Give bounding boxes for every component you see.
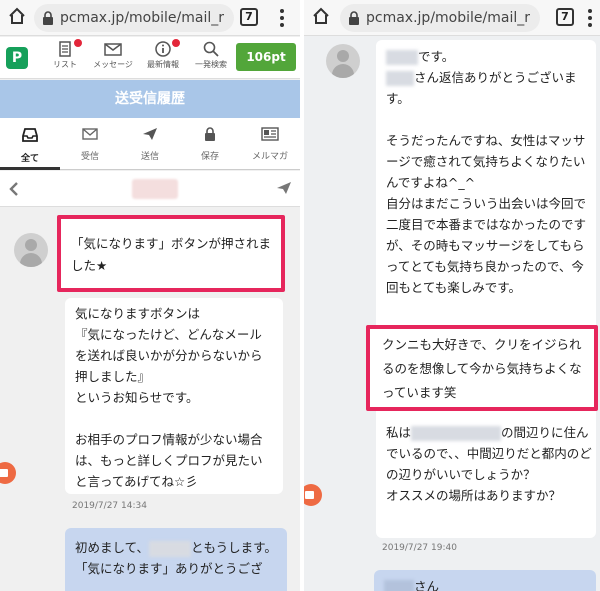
more-menu-icon[interactable] [588,9,592,27]
message-text-part: 初めまして、 [75,540,150,555]
more-menu-icon[interactable] [280,9,284,27]
tab-received[interactable]: 受信 [60,118,120,170]
message-text-part: 私は [386,425,412,440]
nav-item-label: 最新情報 [147,60,179,69]
blurred-location [411,426,502,441]
video-call-icon[interactable] [304,484,322,506]
lock-icon [349,11,359,25]
highlight-box: 「気になります」ボタンが押されました★ [57,215,285,292]
nav-item-label: 一発検索 [195,60,227,69]
tab-switcher-button[interactable]: 7 [240,8,258,26]
conversation-bar [0,171,300,207]
notification-badge [172,39,180,47]
tab-label: 全て [20,154,39,164]
left-screenshot: pcmax.jp/mobile/mail_r 7 P リスト メッセージ 最新情… [0,0,300,591]
message-text: 「気になります」ありがとうござ [75,561,263,576]
address-field[interactable]: pcmax.jp/mobile/mail_r [34,4,234,32]
home-icon[interactable] [312,7,330,25]
browser-url-bar: pcmax.jp/mobile/mail_r 7 [304,0,600,36]
browser-url-bar: pcmax.jp/mobile/mail_r 7 [0,0,300,36]
message-text-part: です。 [418,49,455,64]
url-text: pcmax.jp/mobile/mail_r [366,10,530,26]
message-text: 私は の間辺りに住んでいるので、、中間辺りだと都内のどの辺りがいいでしょうか？ オ… [386,422,594,506]
tab-saved[interactable]: 保存 [180,118,240,170]
page-title: 送受信履歴 [0,80,300,118]
message-text: です。 [386,46,586,67]
notification-badge [74,39,82,47]
right-screenshot: pcmax.jp/mobile/mail_r 7 です。 さん返信ありがとうござ… [304,0,600,591]
message-text-block: 私は の間辺りに住んでいるので、、中間辺りだと都内のどの辺りがいいでしょうか？ オ… [386,422,594,506]
tab-label: 送信 [140,152,159,162]
lock-icon [205,127,215,141]
blurred-name [149,540,192,557]
chevron-left-icon[interactable] [8,181,20,197]
points-button[interactable]: 106pt [236,43,296,71]
nav-item-list[interactable]: リスト [40,39,90,70]
nav-item-info[interactable]: 最新情報 [138,39,188,70]
tab-sent[interactable]: 送信 [120,118,180,170]
message-text: 気になりますボタンは 『気になったけど、どんなメールを送れば良いかが分からないか… [75,306,263,489]
nav-item-search[interactable]: 一発検索 [186,41,236,70]
highlighted-message: クンニも大好きで、クリをイジられるのを想像して今から気持ちよくなっています笑 [382,337,582,400]
blurred-name [386,50,418,65]
message-text: 初めまして、 ともうします。 [65,528,287,558]
pcmax-logo[interactable]: P [6,47,28,69]
message-text-part: さん返信ありがとうございます。 [386,70,577,106]
blurred-name [384,580,414,591]
avatar[interactable] [326,44,360,78]
paper-plane-icon [143,128,157,140]
message-text-part: さん [414,579,440,591]
info-icon [155,41,171,57]
highlight-box: クンニも大好きで、クリをイジられるのを想像して今から気持ちよくなっています笑 [366,325,598,411]
newspaper-icon [261,127,279,141]
tab-label: 受信 [80,152,99,162]
sent-message-bubble: 初めまして、 ともうします。 「気になります」ありがとうござ [65,528,287,591]
inbox-icon [22,128,38,142]
highlighted-message: 「気になります」ボタンが押されました★ [71,236,272,273]
message-bubble: 気になりますボタンは 『気になったけど、どんなメールを送れば良いかが分からないか… [65,298,283,494]
avatar[interactable] [14,233,48,267]
message-text: そうだったんですね、女性はマッサージで癒されて気持ちよくなりたいんですよね^_^… [386,133,587,295]
app-navigation: P リスト メッセージ 最新情報 一発検索 106pt [0,37,300,79]
message-text: さん返信ありがとうございます。 [386,67,586,109]
nav-item-label: メッセージ [93,60,133,69]
timestamp: 2019/7/27 14:34 [72,501,147,511]
tab-label: 保存 [200,152,219,162]
url-text: pcmax.jp/mobile/mail_r [60,10,224,26]
envelope-icon [82,128,98,140]
partner-name-blurred [132,179,178,199]
video-call-icon[interactable] [0,462,16,484]
message-text: さん [374,570,596,591]
message-tabs: 全て 受信 送信 保存 メルマガ [0,118,300,170]
tab-switcher-button[interactable]: 7 [556,8,574,26]
blurred-name [386,71,414,86]
tab-newsletter[interactable]: メルマガ [240,118,300,170]
tab-all[interactable]: 全て [0,118,60,170]
timestamp: 2019/7/27 19:40 [382,543,457,553]
nav-item-message[interactable]: メッセージ [88,41,138,70]
home-icon[interactable] [8,7,26,25]
sent-message-bubble: さん [374,570,596,591]
lock-icon [43,11,53,25]
message-text-part: ともうします。 [191,540,277,555]
address-field[interactable]: pcmax.jp/mobile/mail_r [340,4,540,32]
mail-icon [104,43,122,56]
paper-plane-icon[interactable] [276,181,292,195]
tab-label: メルマガ [251,152,288,162]
search-icon [203,41,219,57]
list-icon [59,41,71,57]
nav-item-label: リスト [53,60,77,69]
